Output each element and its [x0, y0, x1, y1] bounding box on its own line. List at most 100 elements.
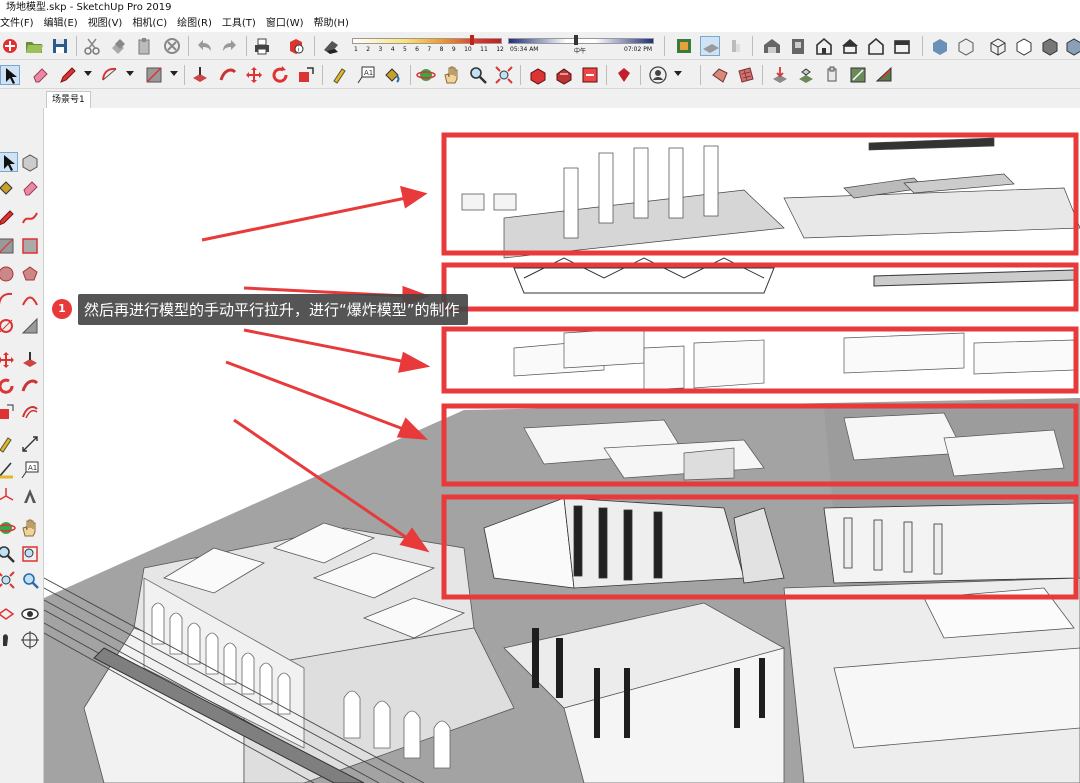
move-icon[interactable] — [244, 65, 264, 85]
eraser-icon[interactable] — [30, 65, 50, 85]
shadows-icon[interactable] — [321, 36, 341, 56]
user-dropdown[interactable] — [674, 71, 682, 76]
new-icon[interactable] — [0, 36, 20, 56]
dimension-icon[interactable] — [20, 434, 40, 454]
freehand-icon[interactable] — [20, 208, 40, 228]
top-view-icon[interactable] — [788, 36, 808, 56]
redo-icon[interactable] — [220, 36, 240, 56]
left-view-icon[interactable] — [892, 36, 912, 56]
section-plane-icon[interactable] — [674, 36, 694, 56]
paste-icon[interactable] — [134, 36, 154, 56]
add-detail-icon[interactable] — [822, 65, 842, 85]
menu-tools[interactable]: 工具(T) — [217, 16, 261, 32]
previous-view-icon[interactable] — [20, 570, 40, 590]
flip-edge-icon[interactable] — [848, 65, 868, 85]
textured-icon[interactable] — [1064, 36, 1080, 56]
pie-icon[interactable] — [20, 316, 40, 336]
back-view-icon[interactable] — [866, 36, 886, 56]
eraser-icon[interactable] — [20, 178, 40, 198]
pencil-dropdown[interactable] — [84, 71, 92, 76]
warehouse-icon[interactable] — [528, 65, 548, 85]
rectangle-icon[interactable] — [0, 236, 16, 256]
menu-file[interactable]: 文件(F) — [0, 16, 39, 32]
arc-icon[interactable] — [0, 290, 16, 310]
extension-icon[interactable] — [554, 65, 574, 85]
print-icon[interactable] — [252, 36, 272, 56]
pencil-icon[interactable] — [58, 65, 78, 85]
menu-camera[interactable]: 相机(C) — [127, 16, 172, 32]
drape-icon[interactable] — [796, 65, 816, 85]
select-icon[interactable] — [0, 65, 20, 85]
circle-icon[interactable] — [0, 264, 16, 284]
zoom-window-icon[interactable] — [20, 544, 40, 564]
menu-view[interactable]: 视图(V) — [83, 16, 128, 32]
right-view-icon[interactable] — [840, 36, 860, 56]
walk-icon[interactable] — [0, 630, 16, 650]
menu-draw[interactable]: 绘图(R) — [172, 16, 217, 32]
rectangle-icon[interactable] — [144, 65, 164, 85]
polygon-icon[interactable] — [20, 264, 40, 284]
move-icon[interactable] — [0, 350, 16, 370]
model-scene[interactable] — [44, 108, 1080, 783]
tab-scene-1[interactable]: 场景号1 — [46, 91, 91, 108]
zoom-icon[interactable] — [0, 544, 16, 564]
zoom-extents-icon[interactable] — [0, 570, 16, 590]
section-plane-icon[interactable] — [20, 630, 40, 650]
menu-window[interactable]: 窗口(W) — [261, 16, 309, 32]
push-pull-icon[interactable] — [190, 65, 210, 85]
cut-icon[interactable] — [82, 36, 102, 56]
user-icon[interactable] — [648, 65, 668, 85]
stamp-icon[interactable] — [770, 65, 790, 85]
3d-text-icon[interactable] — [20, 486, 40, 506]
wireframe-icon[interactable] — [988, 36, 1008, 56]
time-marker[interactable] — [574, 35, 578, 45]
send-layout-icon[interactable] — [580, 65, 600, 85]
zoom-extents-icon[interactable] — [494, 65, 514, 85]
arc-dropdown[interactable] — [126, 71, 134, 76]
offset-icon[interactable] — [20, 402, 40, 422]
make-component-icon[interactable] — [20, 152, 40, 172]
hidden-line-icon[interactable] — [1014, 36, 1034, 56]
protractor-icon[interactable] — [0, 460, 16, 480]
paint-bucket-icon[interactable] — [382, 65, 402, 85]
smoove-icon[interactable] — [874, 65, 894, 85]
undo-icon[interactable] — [194, 36, 214, 56]
orbit-icon[interactable] — [0, 518, 16, 538]
iso-view-icon[interactable] — [762, 36, 782, 56]
ruby-icon[interactable] — [614, 65, 634, 85]
shaded-icon[interactable] — [1040, 36, 1060, 56]
tape-measure-icon[interactable] — [330, 65, 350, 85]
xray-icon[interactable] — [930, 36, 950, 56]
follow-me-icon[interactable] — [218, 65, 238, 85]
menu-edit[interactable]: 编辑(E) — [39, 16, 83, 32]
menu-help[interactable]: 帮助(H) — [309, 16, 354, 32]
model-info-icon[interactable]: i — [286, 36, 306, 56]
erase-icon[interactable] — [162, 36, 182, 56]
paint-bucket-icon[interactable] — [0, 178, 16, 198]
section-fill-icon[interactable] — [726, 36, 746, 56]
rotate-icon[interactable] — [270, 65, 290, 85]
two-point-arc-icon[interactable] — [20, 290, 40, 310]
axes-icon[interactable] — [0, 486, 16, 506]
back-edges-icon[interactable] — [956, 36, 976, 56]
scale-icon[interactable] — [0, 402, 16, 422]
rectangle-dropdown[interactable] — [170, 71, 178, 76]
follow-me-icon[interactable] — [20, 376, 40, 396]
three-point-arc-icon[interactable] — [0, 316, 16, 336]
pan-icon[interactable] — [442, 65, 462, 85]
open-icon[interactable] — [24, 36, 44, 56]
pencil-icon[interactable] — [0, 208, 16, 228]
shadow-date-slider[interactable]: 1 2 3 4 5 6 7 8 9 10 11 12 — [352, 35, 504, 57]
month-marker[interactable] — [470, 35, 474, 45]
look-around-icon[interactable] — [20, 604, 40, 624]
front-view-icon[interactable] — [814, 36, 834, 56]
sandbox-icon[interactable] — [710, 65, 730, 85]
text-icon[interactable]: A1 — [356, 65, 376, 85]
grid-icon[interactable] — [736, 65, 756, 85]
push-pull-icon[interactable] — [20, 350, 40, 370]
copy-icon[interactable] — [108, 36, 128, 56]
arc-icon[interactable] — [100, 65, 120, 85]
zoom-icon[interactable] — [468, 65, 488, 85]
position-camera-icon[interactable] — [0, 604, 16, 624]
scale-icon[interactable] — [296, 65, 316, 85]
